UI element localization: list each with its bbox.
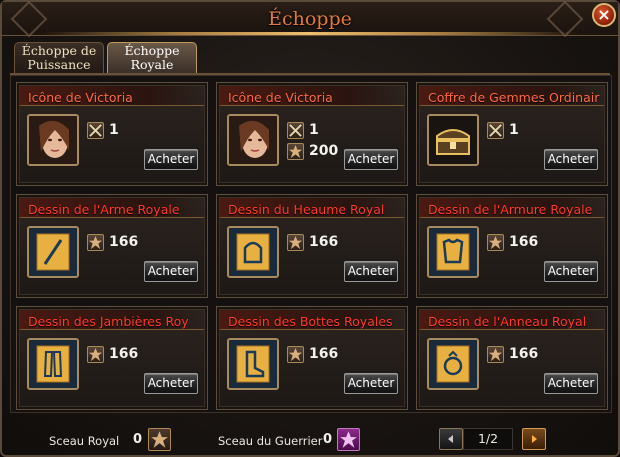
cost-row: 1 bbox=[87, 120, 119, 140]
warrior-seal-count: 0 bbox=[323, 432, 333, 447]
royal-seal-icon bbox=[87, 233, 104, 251]
tab-label-line1: Échoppe bbox=[124, 43, 180, 58]
cost-row: 200 bbox=[287, 141, 338, 161]
crossed-swords-icon bbox=[287, 121, 304, 139]
royal-seal-icon bbox=[148, 428, 171, 451]
cost-row: 1 bbox=[487, 120, 519, 140]
royal-seal-icon bbox=[87, 345, 104, 363]
buy-button[interactable]: Acheter bbox=[344, 261, 398, 282]
window-title: Échoppe bbox=[268, 8, 352, 30]
item-name: Dessin de l'Arme Royale bbox=[28, 202, 180, 217]
item-name: Icône de Victoria bbox=[228, 90, 333, 105]
shop-item-card[interactable]: Dessin du Heaume Royal 166 Acheter bbox=[216, 194, 408, 298]
tab-power-shop[interactable]: Échoppe de Puissance bbox=[14, 42, 104, 73]
cost-value: 166 bbox=[509, 234, 539, 250]
buy-button[interactable]: Acheter bbox=[344, 373, 398, 394]
buy-button[interactable]: Acheter bbox=[344, 149, 398, 170]
shop-item-card[interactable]: Dessin de l'Armure Royale 166 Acheter bbox=[416, 194, 608, 298]
shop-item-card[interactable]: Dessin de l'Arme Royale 166 Acheter bbox=[16, 194, 208, 298]
cost-row: 166 bbox=[287, 344, 338, 364]
close-button[interactable]: × bbox=[592, 3, 616, 27]
shop-item-card[interactable]: Dessin de l'Anneau Royal 166 Acheter bbox=[416, 306, 608, 410]
buy-button[interactable]: Acheter bbox=[544, 373, 598, 394]
victoria-portrait-icon bbox=[27, 114, 79, 166]
item-name: Dessin des Jambières Roy bbox=[28, 314, 189, 329]
next-page-button[interactable] bbox=[522, 428, 546, 450]
chevron-right-icon bbox=[532, 435, 537, 443]
cost-value: 166 bbox=[309, 346, 339, 362]
cost-value: 200 bbox=[309, 143, 339, 159]
gem-chest-icon bbox=[427, 114, 479, 166]
weapon-blueprint-icon bbox=[27, 226, 79, 278]
cost-row: 166 bbox=[87, 344, 138, 364]
shop-item-card[interactable]: Icône de Victoria 1 Acheter bbox=[16, 82, 208, 186]
buy-button[interactable]: Acheter bbox=[144, 261, 198, 282]
armor-blueprint-icon bbox=[427, 226, 479, 278]
royal-seal-count: 0 bbox=[133, 432, 143, 447]
cost-value: 166 bbox=[509, 346, 539, 362]
item-name: Dessin des Bottes Royales bbox=[228, 314, 393, 329]
cost-row: 166 bbox=[487, 344, 538, 364]
ring-blueprint-icon bbox=[427, 338, 479, 390]
shop-item-card[interactable]: Coffre de Gemmes Ordinair 1 Acheter bbox=[416, 82, 608, 186]
shop-window: Échoppe × Échoppe de Puissance Échoppe R… bbox=[0, 0, 620, 457]
shop-item-card[interactable]: Dessin des Jambières Roy 166 Acheter bbox=[16, 306, 208, 410]
tab-label-line2: Royale bbox=[130, 57, 174, 72]
boots-blueprint-icon bbox=[227, 338, 279, 390]
cost-value: 166 bbox=[109, 234, 139, 250]
victoria-portrait-icon bbox=[227, 114, 279, 166]
helmet-blueprint-icon bbox=[227, 226, 279, 278]
title-bar: Échoppe bbox=[2, 0, 618, 38]
royal-seal-icon bbox=[487, 233, 504, 251]
royal-seal-icon bbox=[287, 345, 304, 363]
buy-button[interactable]: Acheter bbox=[544, 261, 598, 282]
buy-button[interactable]: Acheter bbox=[544, 149, 598, 170]
shop-item-card[interactable]: Icône de Victoria 1 200 Acheter bbox=[216, 82, 408, 186]
buy-button[interactable]: Acheter bbox=[144, 149, 198, 170]
cost-value: 1 bbox=[309, 122, 319, 138]
tab-royal-shop[interactable]: Échoppe Royale bbox=[107, 42, 197, 73]
previous-page-button[interactable] bbox=[439, 428, 463, 450]
cost-row: 166 bbox=[487, 232, 538, 252]
footer-bar: Sceau Royal 0 Sceau du Guerrier 0 1/2 bbox=[10, 420, 612, 454]
royal-seal-icon bbox=[287, 233, 304, 251]
royal-seal-icon bbox=[487, 345, 504, 363]
cost-value: 166 bbox=[109, 346, 139, 362]
cost-value: 166 bbox=[309, 234, 339, 250]
warrior-seal-icon bbox=[337, 428, 360, 451]
cost-value: 1 bbox=[509, 122, 519, 138]
cost-row: 166 bbox=[287, 232, 338, 252]
item-name: Coffre de Gemmes Ordinair bbox=[428, 90, 600, 105]
chevron-left-icon bbox=[448, 435, 453, 443]
royal-seal-icon bbox=[287, 142, 304, 160]
item-name: Dessin de l'Anneau Royal bbox=[428, 314, 587, 329]
cost-value: 1 bbox=[109, 122, 119, 138]
greaves-blueprint-icon bbox=[27, 338, 79, 390]
crossed-swords-icon bbox=[87, 121, 104, 139]
item-name: Dessin du Heaume Royal bbox=[228, 202, 385, 217]
shop-item-card[interactable]: Dessin des Bottes Royales 166 Acheter bbox=[216, 306, 408, 410]
item-name: Dessin de l'Armure Royale bbox=[428, 202, 593, 217]
item-name: Icône de Victoria bbox=[28, 90, 133, 105]
crossed-swords-icon bbox=[487, 121, 504, 139]
buy-button[interactable]: Acheter bbox=[144, 373, 198, 394]
warrior-seal-label: Sceau du Guerrier bbox=[218, 434, 323, 448]
page-indicator: 1/2 bbox=[463, 428, 513, 450]
tab-label-line1: Échoppe de bbox=[21, 43, 97, 58]
cost-row: 166 bbox=[87, 232, 138, 252]
cost-row: 1 bbox=[287, 120, 319, 140]
tab-label-line2: Puissance bbox=[27, 57, 91, 72]
royal-seal-label: Sceau Royal bbox=[49, 434, 120, 448]
